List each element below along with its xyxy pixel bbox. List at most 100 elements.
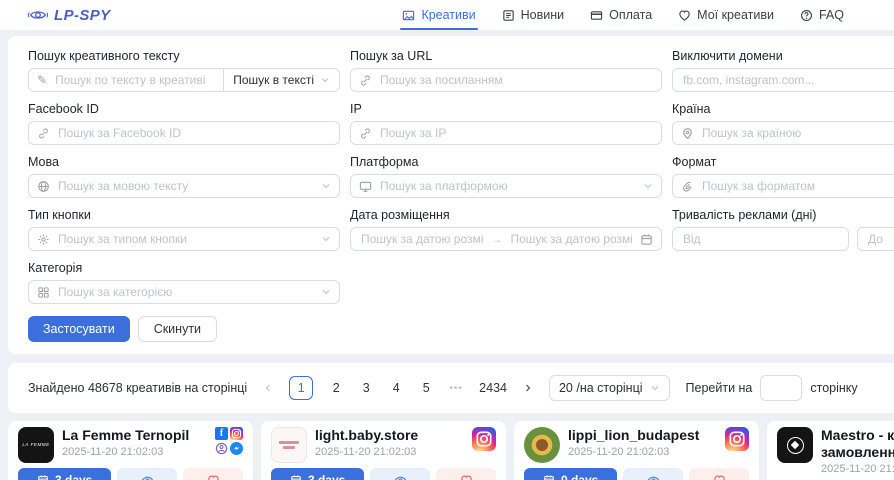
days-button[interactable]: 3 days	[271, 468, 364, 480]
pagination-next-button[interactable]	[523, 383, 533, 393]
heart-icon	[678, 9, 691, 22]
facebook-id-input[interactable]	[56, 125, 331, 141]
tab-faq[interactable]: FAQ	[800, 0, 844, 30]
tab-news[interactable]: Новини	[502, 0, 565, 30]
card-date: 2025-11-20 21:02:03	[315, 446, 464, 458]
brand-logo[interactable]: LP-SPY	[28, 7, 111, 24]
page-jump-input[interactable]	[760, 375, 802, 401]
views-button[interactable]	[117, 468, 177, 480]
field-url: Пошук за URL	[350, 48, 662, 92]
button-type-select[interactable]	[28, 227, 340, 251]
button-type-input[interactable]	[56, 231, 315, 247]
favorite-button[interactable]	[436, 468, 496, 480]
ip-input[interactable]	[378, 125, 653, 141]
pagination: 1 2 3 4 5 ••• 2434	[263, 376, 533, 400]
page-button-1[interactable]: 1	[289, 376, 313, 400]
page-button-4[interactable]: 4	[389, 381, 403, 395]
location-pin-icon	[681, 127, 694, 140]
format-select[interactable]	[672, 174, 894, 198]
field-label: Виключити домени	[672, 48, 894, 64]
page-button-3[interactable]: 3	[359, 381, 373, 395]
field-country: Країна	[672, 101, 894, 145]
field-label: Тривалість реклами (дні)	[672, 207, 894, 223]
tab-my-creatives[interactable]: Мої креативи	[678, 0, 774, 30]
card-buttons: 3 days	[18, 468, 243, 480]
language-input[interactable]	[56, 178, 315, 194]
country-input[interactable]	[700, 125, 894, 141]
apply-button[interactable]: Застосувати	[28, 316, 130, 342]
paperclip-icon	[681, 180, 694, 193]
field-label: Тип кнопки	[28, 207, 340, 223]
card-title: light.baby.store	[315, 427, 464, 444]
card-date: 2025-11-20 21:02:03	[821, 463, 894, 475]
language-select[interactable]	[28, 174, 340, 198]
platform-input[interactable]	[378, 178, 637, 194]
heart-icon	[713, 474, 726, 480]
image-icon	[402, 9, 415, 22]
page-button-last[interactable]: 2434	[479, 381, 507, 395]
category-select[interactable]	[28, 280, 340, 304]
monitor-icon	[359, 180, 372, 193]
date-to-input[interactable]	[509, 231, 635, 247]
page-size-value: 20 /на сторінці	[559, 381, 643, 395]
card-title-line2: замовлення в Ужг	[821, 444, 894, 461]
results-summary: Знайдено 48678 креативів на сторінці	[28, 381, 247, 395]
page-size-select[interactable]: 20 /на сторінці	[549, 375, 670, 401]
grid-icon	[37, 286, 50, 299]
creative-card[interactable]: light.baby.store 2025-11-20 21:02:03 3 d…	[261, 421, 506, 480]
creative-text-mode-select[interactable]: Пошук в тексті	[224, 69, 339, 91]
category-input[interactable]	[56, 284, 315, 300]
views-button[interactable]	[370, 468, 430, 480]
pencil-icon: ✎	[37, 74, 47, 86]
eye-icon	[647, 474, 660, 480]
views-button[interactable]	[623, 468, 683, 480]
creative-card[interactable]: lippi_lion_budapest 2025-11-20 21:02:03 …	[514, 421, 759, 480]
exclude-domains-input[interactable]	[681, 72, 894, 88]
creative-cards-row: LA FEMME La Femme Ternopil 2025-11-20 21…	[8, 421, 894, 480]
globe-icon	[37, 180, 50, 193]
format-input[interactable]	[700, 178, 894, 194]
url-input[interactable]	[378, 72, 653, 88]
heart-icon	[207, 474, 220, 480]
favorite-button[interactable]	[689, 468, 749, 480]
field-label: Платформа	[350, 154, 662, 170]
arrow-right-icon: →	[491, 232, 503, 246]
page-button-2[interactable]: 2	[329, 381, 343, 395]
days-button[interactable]: 0 days	[524, 468, 617, 480]
card-title: Maestro - кухні, ме	[821, 427, 894, 444]
duration-to-input[interactable]	[866, 231, 894, 247]
platform-select[interactable]	[350, 174, 662, 198]
pagination-prev-button[interactable]	[263, 383, 273, 393]
days-button[interactable]: 3 days	[18, 468, 111, 480]
date-from-input[interactable]	[359, 231, 485, 247]
lp-spy-page: LP-SPY Креативи Новини Оплата Мої креати…	[0, 0, 894, 480]
reset-button[interactable]: Скинути	[138, 316, 217, 342]
field-label: Країна	[672, 101, 894, 117]
tab-creatives[interactable]: Креативи	[402, 0, 475, 30]
instagram-icon	[725, 427, 749, 451]
duration-from-input[interactable]	[681, 231, 840, 247]
field-label: Мова	[28, 154, 340, 170]
jumper-label-before: Перейти на	[686, 381, 753, 395]
creative-text-input[interactable]	[53, 72, 215, 88]
chevron-down-icon	[643, 181, 653, 191]
field-category: Категорія	[28, 260, 340, 304]
field-label: Пошук креативного тексту	[28, 48, 340, 64]
creative-card[interactable]: LA FEMME La Femme Ternopil 2025-11-20 21…	[8, 421, 253, 480]
link-icon	[359, 74, 372, 87]
page-button-5[interactable]: 5	[419, 381, 433, 395]
favorite-button[interactable]	[183, 468, 243, 480]
chevron-down-icon	[321, 181, 331, 191]
days-label: 0 days	[561, 473, 598, 480]
days-label: 3 days	[308, 473, 345, 480]
pagination-ellipsis[interactable]: •••	[449, 383, 463, 394]
field-button-type: Тип кнопки	[28, 207, 340, 251]
days-label: 3 days	[55, 473, 92, 480]
placement-date-range[interactable]: →	[350, 227, 662, 251]
results-bar: Знайдено 48678 креативів на сторінці 1 2…	[8, 363, 894, 413]
field-label: Категорія	[28, 260, 340, 276]
chevron-down-icon	[321, 234, 331, 244]
avatar-emblem	[787, 437, 804, 454]
creative-card[interactable]: Maestro - кухні, ме замовлення в Ужг 202…	[767, 421, 894, 480]
tab-payment[interactable]: Оплата	[590, 0, 652, 30]
